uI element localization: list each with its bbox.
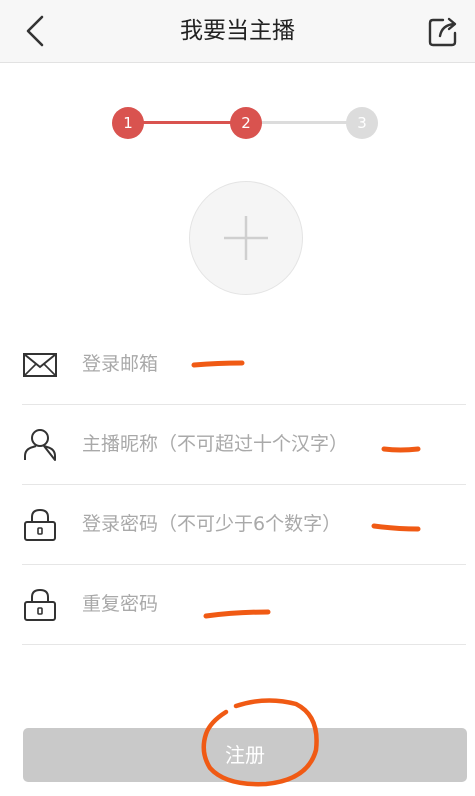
annotation-underline [191,360,245,368]
password-input[interactable]: 登录密码（不可少于6个数字） [82,484,341,564]
lock-icon [24,588,56,621]
annotation-underline [381,446,421,453]
envelope-icon [23,353,57,377]
step-connector-pending [246,121,362,124]
confirm-password-input[interactable]: 重复密码 [82,564,158,644]
user-icon [24,429,56,461]
share-icon[interactable] [427,14,461,48]
annotation-underline [203,609,271,619]
avatar-upload-button[interactable] [189,181,303,295]
nickname-input[interactable]: 主播昵称（不可超过十个汉字） [82,404,348,484]
plus-icon [224,216,268,260]
step-connector-completed [128,121,246,124]
register-button[interactable]: 注册 [23,728,467,782]
page-title: 我要当主播 [180,18,295,44]
top-bar: 我要当主播 [0,0,475,63]
lock-icon [24,508,56,541]
step-2: 2 [230,107,262,139]
step-1: 1 [112,107,144,139]
step-3: 3 [346,107,378,139]
annotation-underline [371,523,421,532]
step-indicator: 1 2 3 [0,100,475,148]
email-input[interactable]: 登录邮箱 [82,324,158,404]
